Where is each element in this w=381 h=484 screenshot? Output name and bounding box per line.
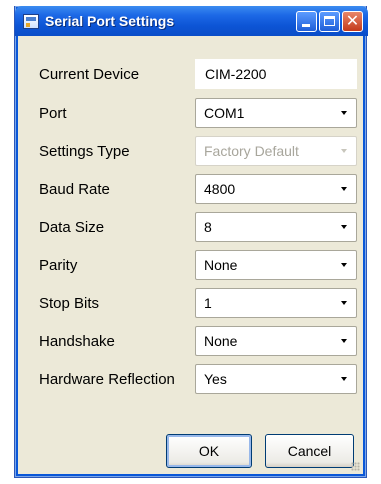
chevron-down-icon [341, 301, 347, 305]
hardware-reflection-select[interactable]: Yes [195, 364, 357, 394]
parity-label: Parity [39, 257, 78, 274]
current-device-field[interactable]: CIM-2200 [195, 59, 357, 89]
data-size-select[interactable]: 8 [195, 212, 357, 242]
chevron-down-icon [341, 339, 347, 343]
serial-port-settings-window: Serial Port Settings ✕ Current Device CI… [14, 6, 368, 478]
chevron-down-icon [341, 377, 347, 381]
resize-grip-icon[interactable] [351, 462, 360, 471]
baud-rate-value: 4800 [204, 181, 236, 197]
baud-rate-label: Baud Rate [39, 181, 110, 198]
port-select[interactable]: COM1 [195, 98, 357, 128]
stop-bits-select[interactable]: 1 [195, 288, 357, 318]
dialog-body: Current Device CIM-2200 Port COM1 Settin… [18, 36, 363, 474]
chevron-down-icon [341, 111, 347, 115]
serial-port-app-icon [23, 14, 39, 29]
ok-button[interactable]: OK [166, 434, 252, 468]
title-bar[interactable]: Serial Port Settings ✕ [15, 6, 368, 36]
handshake-label: Handshake [39, 333, 115, 350]
hardware-reflection-label: Hardware Reflection [39, 371, 175, 388]
minimize-button[interactable] [296, 11, 317, 32]
handshake-value: None [204, 333, 238, 349]
close-button[interactable]: ✕ [342, 11, 363, 32]
current-device-label: Current Device [39, 66, 140, 83]
maximize-button[interactable] [319, 11, 340, 32]
data-size-label: Data Size [39, 219, 105, 236]
chevron-down-icon [341, 263, 347, 267]
settings-type-value: Factory Default [204, 143, 299, 159]
port-value: COM1 [204, 105, 245, 121]
parity-value: None [204, 257, 238, 273]
settings-type-select: Factory Default [195, 136, 357, 166]
stop-bits-label: Stop Bits [39, 295, 100, 312]
window-title: Serial Port Settings [45, 13, 175, 29]
chevron-down-icon [341, 225, 347, 229]
hardware-reflection-value: Yes [204, 371, 227, 387]
minimize-icon [302, 24, 310, 27]
chevron-down-icon [341, 187, 347, 191]
stop-bits-value: 1 [204, 295, 212, 311]
settings-type-label: Settings Type [39, 143, 130, 160]
chevron-down-icon [341, 149, 347, 153]
maximize-icon [324, 16, 335, 26]
parity-select[interactable]: None [195, 250, 357, 280]
handshake-select[interactable]: None [195, 326, 357, 356]
cancel-button[interactable]: Cancel [265, 434, 354, 468]
port-label: Port [39, 105, 67, 122]
baud-rate-select[interactable]: 4800 [195, 174, 357, 204]
data-size-value: 8 [204, 219, 212, 235]
close-icon: ✕ [345, 13, 360, 30]
